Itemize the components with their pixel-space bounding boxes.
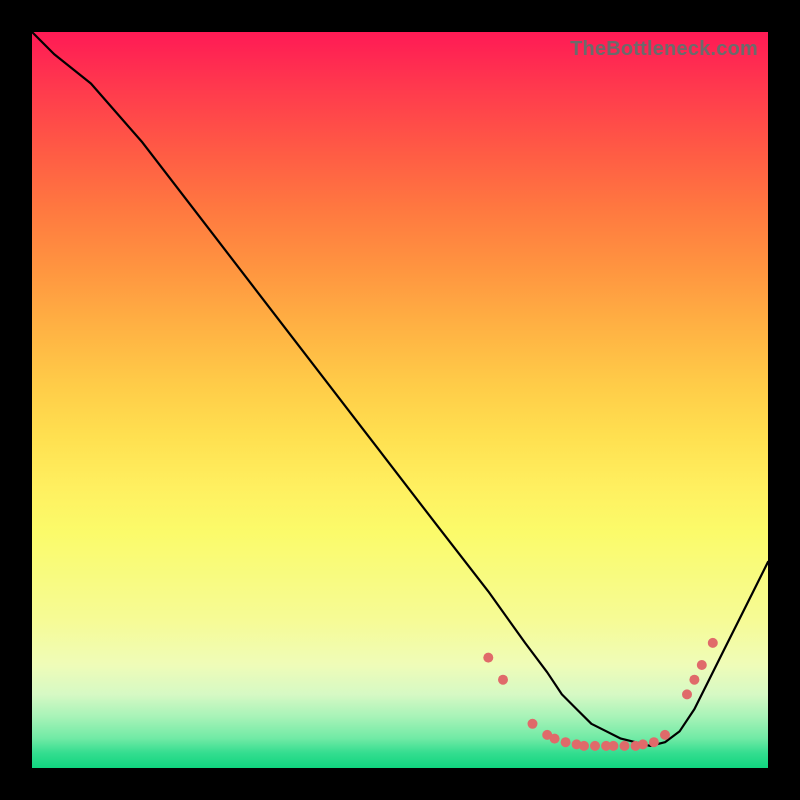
data-marker — [620, 741, 630, 751]
plot-area: TheBottleneck.com — [32, 32, 768, 768]
data-marker — [608, 741, 618, 751]
data-marker — [682, 689, 692, 699]
data-marker — [708, 638, 718, 648]
bottleneck-curve — [32, 32, 768, 746]
chart-frame: TheBottleneck.com — [0, 0, 800, 800]
data-marker — [550, 734, 560, 744]
data-marker — [498, 675, 508, 685]
data-marker — [590, 741, 600, 751]
data-marker — [638, 739, 648, 749]
data-marker — [528, 719, 538, 729]
data-marker — [579, 741, 589, 751]
chart-svg — [32, 32, 768, 768]
data-marker — [483, 653, 493, 663]
data-markers — [483, 638, 718, 751]
data-marker — [689, 675, 699, 685]
data-marker — [561, 737, 571, 747]
data-marker — [697, 660, 707, 670]
data-marker — [660, 730, 670, 740]
data-marker — [649, 737, 659, 747]
